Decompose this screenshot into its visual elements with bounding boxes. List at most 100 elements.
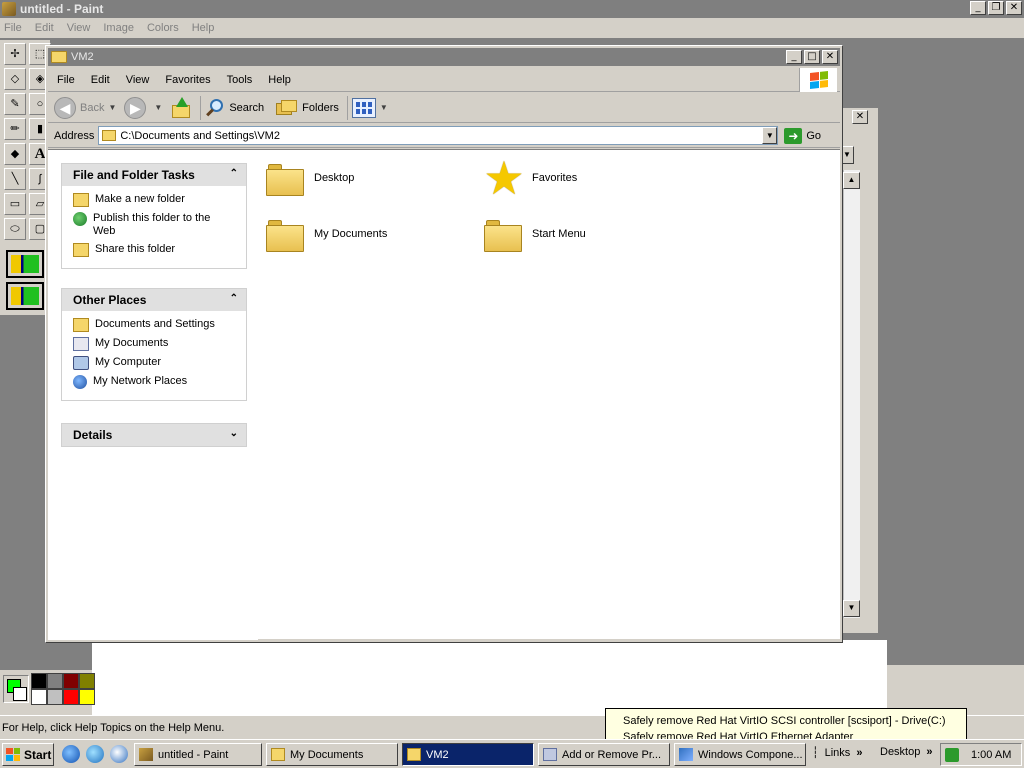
- go-button[interactable]: ➜ Go: [784, 127, 821, 144]
- menu-help[interactable]: Help: [268, 74, 291, 86]
- task-add-remove[interactable]: Add or Remove Pr...: [538, 743, 670, 766]
- tray-notification[interactable]: Safely remove Red Hat VirtIO SCSI contro…: [605, 708, 967, 740]
- clock[interactable]: 1:00 AM: [971, 749, 1011, 761]
- paint-restore-button[interactable]: ❐: [988, 1, 1004, 15]
- paint-close-button[interactable]: ✕: [1006, 1, 1022, 15]
- paint-menu-file[interactable]: File: [4, 22, 22, 34]
- menu-view[interactable]: View: [126, 74, 150, 86]
- free-select-icon[interactable]: ✢: [4, 43, 26, 65]
- network-places-icon: [73, 375, 87, 389]
- tool-option-1[interactable]: [6, 250, 44, 278]
- file-my-documents[interactable]: My Documents: [266, 216, 387, 252]
- back-dropdown-icon[interactable]: ▼: [108, 103, 116, 112]
- place-documents-and-settings[interactable]: Documents and Settings: [73, 318, 246, 332]
- ellipse-icon[interactable]: ⬭: [4, 218, 26, 240]
- line-icon[interactable]: ╲: [4, 168, 26, 190]
- file-folder-tasks-header[interactable]: File and Folder Tasks ⌃: [62, 164, 246, 186]
- links-chevron-icon[interactable]: »: [856, 747, 862, 759]
- palette-swatch[interactable]: [31, 689, 47, 705]
- up-folder-button[interactable]: [170, 95, 192, 121]
- desktop-toolbar[interactable]: Desktop »: [880, 746, 932, 758]
- desktop-chevron-icon[interactable]: »: [926, 746, 932, 758]
- expand-chevron-icon[interactable]: ⌄: [230, 428, 238, 439]
- forward-dropdown-icon[interactable]: ▼: [154, 103, 162, 112]
- details-header[interactable]: Details ⌄: [62, 424, 246, 446]
- other-places-title: Other Places: [73, 293, 147, 307]
- file-desktop[interactable]: Desktop: [266, 160, 354, 196]
- paint-menu-edit[interactable]: Edit: [35, 22, 54, 34]
- place-my-computer[interactable]: My Computer: [73, 356, 246, 370]
- pencil-icon[interactable]: ✏: [4, 118, 26, 140]
- explorer-minimize-button[interactable]: _: [786, 50, 802, 64]
- show-desktop-icon[interactable]: [86, 745, 104, 763]
- color-palette: [0, 670, 95, 715]
- task-label: Make a new folder: [95, 193, 185, 205]
- scroll-down-button[interactable]: ▼: [843, 600, 860, 617]
- explorer-title-bar[interactable]: VM2 _ □ ✕: [48, 48, 840, 66]
- tool-option-2[interactable]: [6, 282, 44, 310]
- palette-swatch[interactable]: [79, 673, 95, 689]
- task-publish-web[interactable]: Publish this folder to the Web: [73, 212, 246, 238]
- task-my-documents[interactable]: My Documents: [266, 743, 398, 766]
- color-picker-icon[interactable]: ✎: [4, 93, 26, 115]
- dialog-close-button[interactable]: ✕: [852, 110, 868, 124]
- paint-menu-help[interactable]: Help: [192, 22, 215, 34]
- current-colors[interactable]: [3, 675, 29, 703]
- file-start-menu[interactable]: Start Menu: [484, 216, 586, 252]
- place-my-documents[interactable]: My Documents: [73, 337, 246, 351]
- palette-swatch[interactable]: [79, 689, 95, 705]
- new-folder-icon: [73, 193, 89, 207]
- file-favorites[interactable]: ★ Favorites: [482, 155, 577, 201]
- links-toolbar[interactable]: ┆ Links »: [812, 746, 862, 760]
- place-my-network-places[interactable]: My Network Places: [73, 375, 246, 389]
- address-input[interactable]: C:\Documents and Settings\VM2 ▼: [98, 126, 779, 145]
- collapse-chevron-icon[interactable]: ⌃: [230, 293, 238, 304]
- start-button[interactable]: Start: [2, 743, 54, 766]
- explorer-maximize-button[interactable]: □: [804, 50, 820, 64]
- other-places-header[interactable]: Other Places ⌃: [62, 289, 246, 311]
- views-dropdown-icon[interactable]: ▼: [380, 103, 388, 112]
- task-windows-components[interactable]: Windows Compone...: [674, 743, 806, 766]
- palette-swatch[interactable]: [47, 673, 63, 689]
- back-button[interactable]: ◀ Back ▼: [54, 95, 120, 121]
- menu-favorites[interactable]: Favorites: [165, 74, 210, 86]
- task-make-new-folder[interactable]: Make a new folder: [73, 193, 246, 207]
- airbrush-icon[interactable]: ◆: [4, 143, 26, 165]
- palette-swatch[interactable]: [63, 673, 79, 689]
- paint-menu-view[interactable]: View: [67, 22, 91, 34]
- rectangle-icon[interactable]: ▭: [4, 193, 26, 215]
- menu-tools[interactable]: Tools: [227, 74, 253, 86]
- place-label: My Documents: [95, 337, 169, 349]
- dialog-scrollbar[interactable]: [843, 170, 860, 618]
- task-vm2[interactable]: VM2: [402, 743, 534, 766]
- scroll-up-button[interactable]: ▲: [843, 172, 860, 189]
- paint-canvas[interactable]: [92, 640, 887, 715]
- palette-swatch[interactable]: [47, 689, 63, 705]
- safely-remove-hardware-icon[interactable]: [945, 747, 959, 762]
- paint-title-bar[interactable]: untitled - Paint _ ❐ ✕: [0, 0, 1024, 18]
- search-button[interactable]: Search: [205, 95, 264, 121]
- task-paint[interactable]: untitled - Paint: [134, 743, 262, 766]
- address-value: C:\Documents and Settings\VM2: [120, 129, 280, 142]
- explorer-menu-bar: File Edit View Favorites Tools Help: [48, 68, 840, 92]
- file-name: Start Menu: [532, 228, 586, 240]
- notification-line-1[interactable]: Safely remove Red Hat VirtIO SCSI contro…: [623, 713, 966, 729]
- explorer-close-button[interactable]: ✕: [822, 50, 838, 64]
- menu-file[interactable]: File: [57, 74, 75, 86]
- paint-menu-colors[interactable]: Colors: [147, 22, 179, 34]
- folders-button[interactable]: Folders: [276, 95, 339, 121]
- internet-explorer-icon[interactable]: [62, 745, 80, 763]
- palette-swatch[interactable]: [31, 673, 47, 689]
- menu-edit[interactable]: Edit: [91, 74, 110, 86]
- views-button[interactable]: ▼: [351, 95, 392, 121]
- address-dropdown-icon[interactable]: ▼: [762, 127, 778, 144]
- palette-swatch[interactable]: [63, 689, 79, 705]
- paint-menu-image[interactable]: Image: [103, 22, 134, 34]
- task-share-folder[interactable]: Share this folder: [73, 243, 246, 257]
- paint-minimize-button[interactable]: _: [970, 1, 986, 15]
- paint-workspace-right: [887, 40, 1024, 665]
- eraser-icon[interactable]: ◇: [4, 68, 26, 90]
- media-player-icon[interactable]: [110, 745, 128, 763]
- collapse-chevron-icon[interactable]: ⌃: [230, 168, 238, 179]
- forward-button[interactable]: ▶ ▼: [124, 95, 166, 121]
